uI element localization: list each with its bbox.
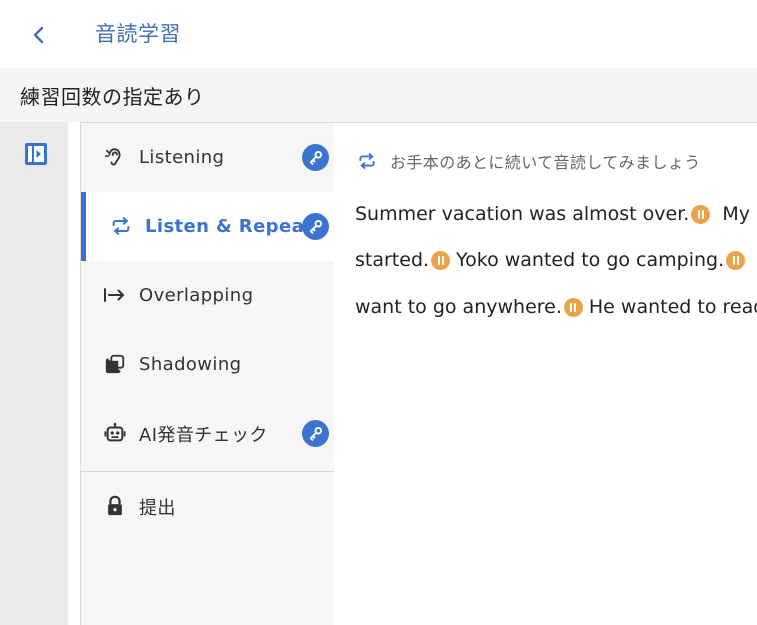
instruction: お手本のあとに続いて音読してみましょう [356,149,701,173]
key-icon [302,420,329,447]
top-bar: 音読学習 [0,0,757,68]
menu-item-label: Listening [139,147,225,168]
menu-item-label: AI発音チェック [139,424,268,446]
arrow-right-to-bar-icon [103,283,127,307]
repeat-icon [109,214,133,238]
text-line: Summer vacation was almost over. My [355,203,750,225]
key-icon [302,213,329,240]
lock-icon [103,494,127,518]
robot-icon [103,421,127,445]
sentence[interactable]: My [722,203,750,225]
lesson-menu: Listening Listen & Repeat Overlapping Sh… [80,122,335,625]
menu-item-label: Shadowing [139,354,242,375]
pause-icon[interactable] [563,297,583,317]
section-title: 練習回数の指定あり [20,85,205,109]
text-line: want to go anywhere. He wanted to read [355,296,757,318]
panel-toggle-icon [25,143,47,165]
pause-icon[interactable] [691,204,711,224]
instruction-text: お手本のあとに続いて音読してみましょう [390,153,701,172]
menu-item-label: 提出 [139,497,176,519]
section-header: 練習回数の指定あり [0,68,757,122]
page-title: 音読学習 [95,22,181,46]
menu-item-listen-repeat[interactable]: Listen & Repeat [81,192,335,261]
repeat-icon [356,150,378,172]
left-rail [0,122,68,625]
menu-item-label: Overlapping [139,285,254,306]
menu-item-label: Listen & Repeat [145,216,314,237]
pause-icon[interactable] [726,250,746,270]
sentence[interactable]: started. [355,249,429,271]
chevron-left-icon [33,26,44,44]
panel-toggle-button[interactable] [24,142,48,166]
copy-icon [103,352,127,376]
key-icon [302,144,329,171]
sentence[interactable]: Yoko wanted to go camping. [456,249,724,271]
ear-icon [103,145,127,169]
back-button[interactable] [24,20,54,50]
reading-content: お手本のあとに続いて音読してみましょう Summer vacation was … [334,122,757,625]
menu-item-ai-pronunciation[interactable]: AI発音チェック [81,399,335,468]
menu-item-overlapping[interactable]: Overlapping [81,261,335,330]
sentence[interactable]: Summer vacation was almost over. [355,203,689,225]
pause-icon[interactable] [431,250,451,270]
menu-item-listening[interactable]: Listening [81,123,335,192]
sentence[interactable]: want to go anywhere. [355,296,562,318]
menu-item-shadowing[interactable]: Shadowing [81,330,335,399]
sentence[interactable]: He wanted to read [589,296,757,318]
menu-item-submit[interactable]: 提出 [81,472,335,541]
text-line: started. Yoko wanted to go camping. [355,249,749,271]
